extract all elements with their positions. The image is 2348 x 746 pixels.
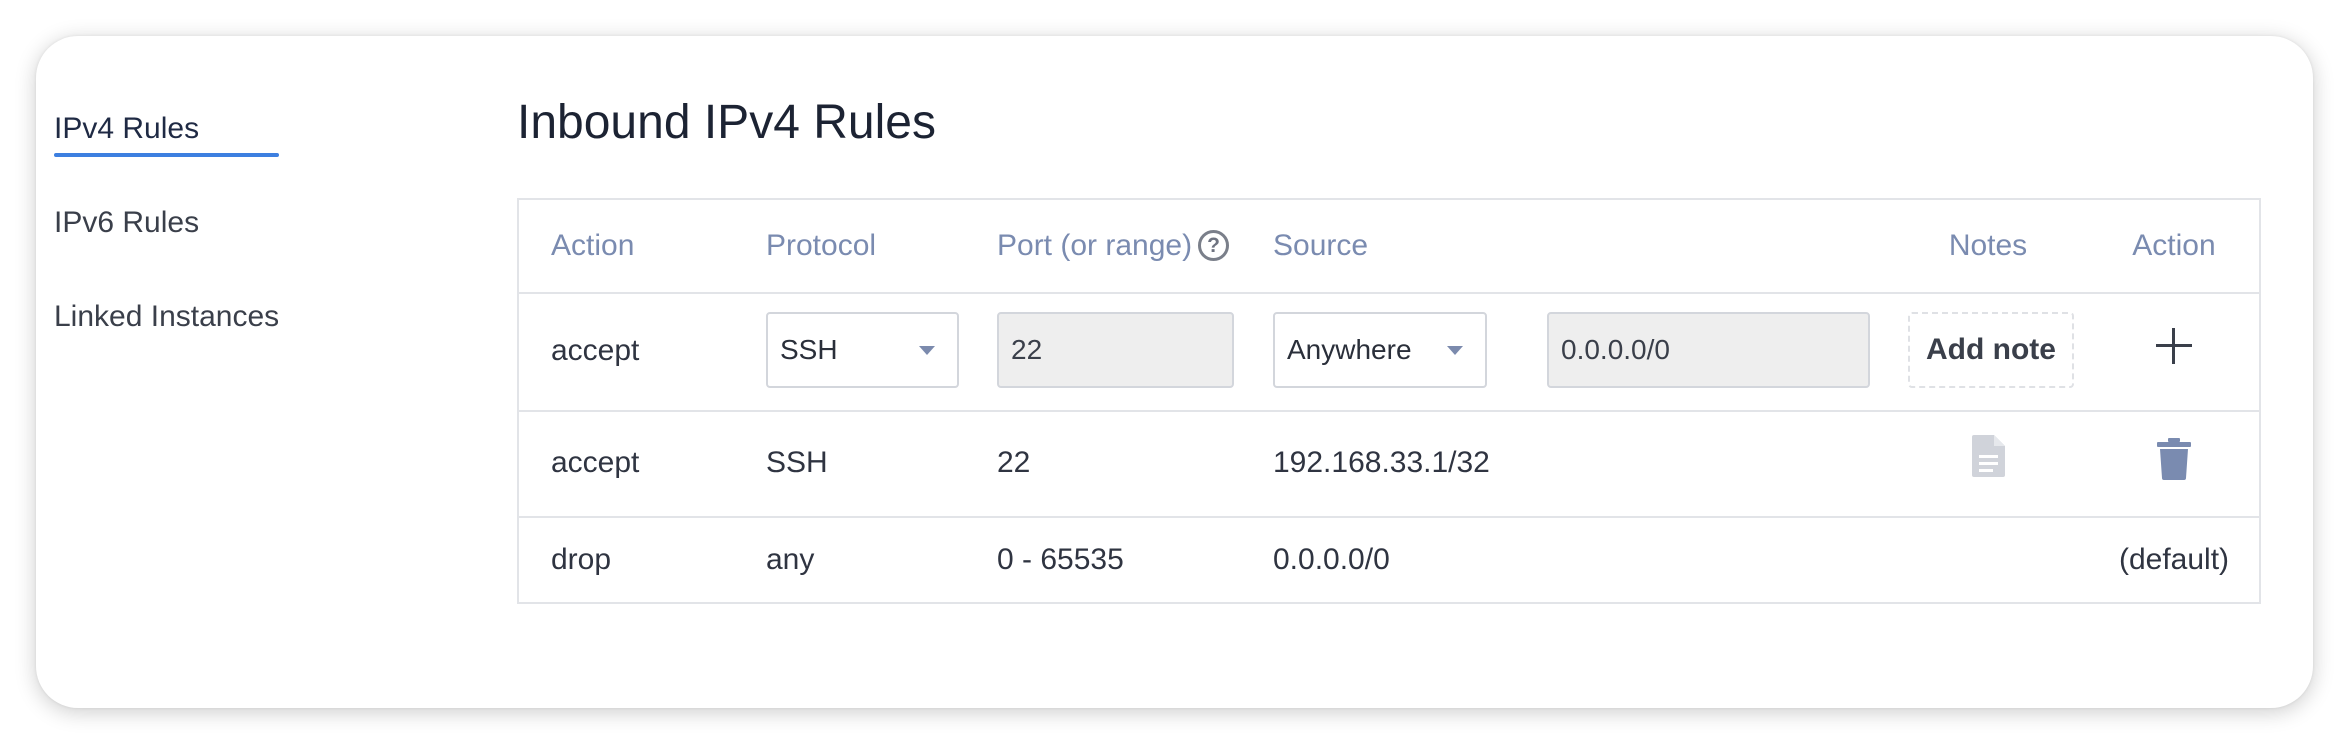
row-source: 0.0.0.0/0 (1273, 543, 1390, 576)
row-port: 0 - 65535 (997, 543, 1124, 576)
new-rule-row: accept SSH 22 Anywhere 0.0.0.0/0 Add not… (519, 292, 2259, 412)
sidebar-item-ipv6-rules[interactable]: IPv6 Rules (54, 205, 279, 241)
sidebar-item-linked-instances[interactable]: Linked Instances (54, 299, 279, 335)
caret-down-icon (919, 346, 935, 355)
sidebar-item-label: IPv4 Rules (54, 112, 200, 145)
table-row: drop any 0 - 65535 0.0.0.0/0 (default) (519, 516, 2259, 604)
rules-table: Action Protocol Port (or range)? Source … (517, 198, 2261, 604)
source-type-select-value: Anywhere (1287, 334, 1412, 365)
rules-card: IPv4 Rules IPv6 Rules Linked Instances I… (36, 36, 2313, 708)
sidebar-nav: IPv4 Rules IPv6 Rules Linked Instances (54, 111, 280, 393)
header-notes: Notes (1948, 229, 2028, 262)
row-default-label: (default) (2118, 543, 2230, 576)
sidebar-item-ipv4-rules[interactable]: IPv4 Rules (54, 111, 280, 157)
add-note-button[interactable]: Add note (1908, 312, 2074, 388)
table-header-row: Action Protocol Port (or range)? Source … (519, 200, 2259, 294)
new-rule-action: accept (551, 334, 640, 367)
trash-icon[interactable] (2156, 438, 2192, 480)
row-protocol: SSH (766, 446, 828, 479)
caret-down-icon (1447, 346, 1463, 355)
row-protocol: any (766, 543, 815, 576)
row-source: 192.168.33.1/32 (1273, 446, 1490, 479)
document-icon[interactable] (1971, 434, 2007, 478)
header-port: Port (or range)? (997, 229, 1230, 263)
sidebar-item-label: Linked Instances (54, 300, 280, 333)
row-action: accept (551, 446, 640, 479)
source-cidr-input[interactable]: 0.0.0.0/0 (1547, 312, 1870, 388)
port-input[interactable]: 22 (997, 312, 1234, 388)
add-rule-plus-icon[interactable] (2156, 328, 2192, 364)
protocol-select-value: SSH (780, 334, 838, 365)
row-action: drop (551, 543, 612, 576)
header-source: Source (1273, 229, 1369, 262)
source-type-select[interactable]: Anywhere (1273, 312, 1487, 388)
header-port-label: Port (or range) (997, 229, 1193, 262)
header-action-2: Action (2132, 229, 2216, 262)
table-row: accept SSH 22 192.168.33.1/32 (519, 410, 2259, 518)
page-title: Inbound IPv4 Rules (517, 96, 936, 149)
sidebar-item-label: IPv6 Rules (54, 206, 200, 239)
header-action: Action (551, 229, 635, 262)
row-port: 22 (997, 446, 1031, 479)
question-circle-icon[interactable]: ? (1198, 229, 1230, 261)
protocol-select[interactable]: SSH (766, 312, 959, 388)
header-protocol: Protocol (766, 229, 877, 262)
